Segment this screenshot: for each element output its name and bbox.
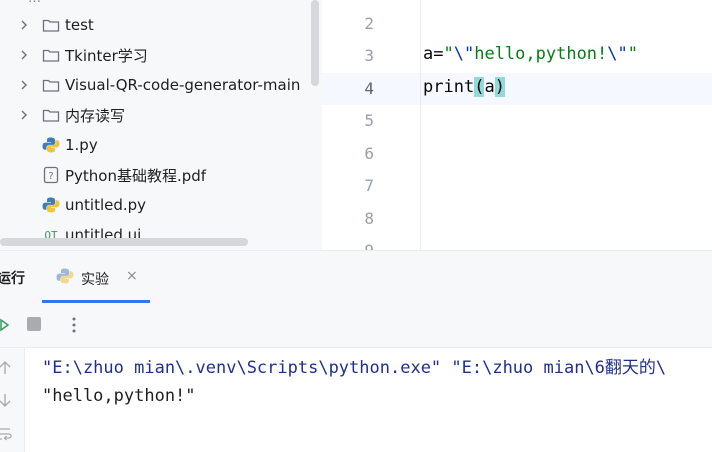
folder-icon (42, 16, 60, 34)
gutter-separator (420, 0, 421, 250)
tree-item-visual-qr[interactable]: Visual-QR-code-generator-main (0, 70, 322, 100)
code-token-var: a= (423, 44, 444, 64)
line-number: 9 (322, 241, 374, 250)
code-token-string: hello,python! (474, 44, 608, 64)
project-tree: … test Tkinter学习 Visual-QR-code-generato… (0, 0, 322, 250)
close-icon[interactable]: × (126, 268, 138, 284)
folder-icon (42, 106, 60, 124)
python-file-icon (42, 136, 60, 154)
code-token-escape: \" (607, 44, 628, 64)
chevron-right-icon[interactable] (19, 110, 29, 120)
unknown-file-icon: ? (42, 166, 60, 184)
chevron-right-icon[interactable] (19, 80, 29, 90)
code-editor[interactable]: 2 3 4 5 6 7 8 9 a="\"hello,python!\"" pr… (322, 0, 712, 250)
scroll-down-icon[interactable] (0, 392, 12, 408)
line-number: 6 (364, 144, 374, 163)
folder-icon (42, 46, 60, 64)
tree-top-cut-text: … (28, 0, 322, 6)
current-line-highlight (322, 73, 712, 105)
python-file-icon (42, 196, 60, 214)
line-number: 2 (364, 14, 374, 33)
tree-horizontal-scrollbar[interactable] (0, 238, 248, 246)
tree-vertical-scrollbar[interactable] (311, 0, 319, 86)
tree-item-label: 内存读写 (65, 106, 126, 125)
more-options-icon[interactable] (66, 314, 82, 340)
console-side-toolbar (0, 348, 25, 452)
tree-item-label: Tkinter学习 (65, 46, 148, 65)
chevron-right-icon[interactable] (19, 50, 29, 60)
run-tool-window-header: 运行 实验 × (0, 250, 712, 304)
chevron-right-icon[interactable] (19, 20, 29, 30)
tree-item-test[interactable]: test (0, 10, 322, 40)
tree-item-label: test (65, 16, 94, 34)
code-token-string: " (627, 44, 639, 64)
tree-item-pdf[interactable]: ? Python基础教程.pdf (0, 160, 322, 190)
svg-text:?: ? (48, 171, 53, 182)
line-number-current: 4 (364, 79, 374, 98)
soft-wrap-icon[interactable] (0, 426, 12, 442)
code-token-paren-open: ( (474, 77, 485, 97)
code-token-function: print (423, 77, 475, 97)
console-output-line: "hello,python!" (42, 386, 196, 406)
tree-item-1-py[interactable]: 1.py (0, 130, 322, 160)
code-line-4[interactable]: print(a) (423, 77, 505, 97)
tree-item-label: Visual-QR-code-generator-main (65, 76, 301, 94)
line-number: 7 (364, 176, 374, 195)
tree-item-memory-rw[interactable]: 内存读写 (0, 100, 322, 130)
console-command-line: "E:\zhuo mian\.venv\Scripts\python.exe" … (42, 358, 667, 378)
tree-item-label: 1.py (65, 136, 98, 154)
run-toolbar (0, 303, 712, 348)
scroll-up-icon[interactable] (0, 360, 12, 376)
code-line-3[interactable]: a="\"hello,python!\"" (423, 44, 638, 64)
code-token-paren-close: ) (494, 77, 505, 97)
tree-item-label: Python基础教程.pdf (65, 166, 207, 185)
folder-icon (42, 76, 60, 94)
code-token-arg: a (484, 77, 495, 97)
run-tool-window-title: 运行 (0, 271, 25, 287)
line-number: 5 (364, 111, 374, 130)
line-number: 8 (364, 209, 374, 228)
tree-item-tkinter[interactable]: Tkinter学习 (0, 40, 322, 70)
code-token-escape: \" (453, 44, 475, 64)
tree-item-untitled-py[interactable]: untitled.py (0, 190, 322, 220)
rerun-icon[interactable] (0, 317, 10, 337)
tree-item-label: untitled.py (65, 196, 147, 214)
code-token-string: " (443, 44, 454, 64)
run-tab[interactable]: 实验 × (42, 251, 150, 303)
python-run-icon (56, 267, 74, 289)
stop-icon[interactable] (27, 317, 41, 331)
line-number: 3 (364, 46, 374, 65)
run-tab-label: 实验 (81, 272, 109, 288)
